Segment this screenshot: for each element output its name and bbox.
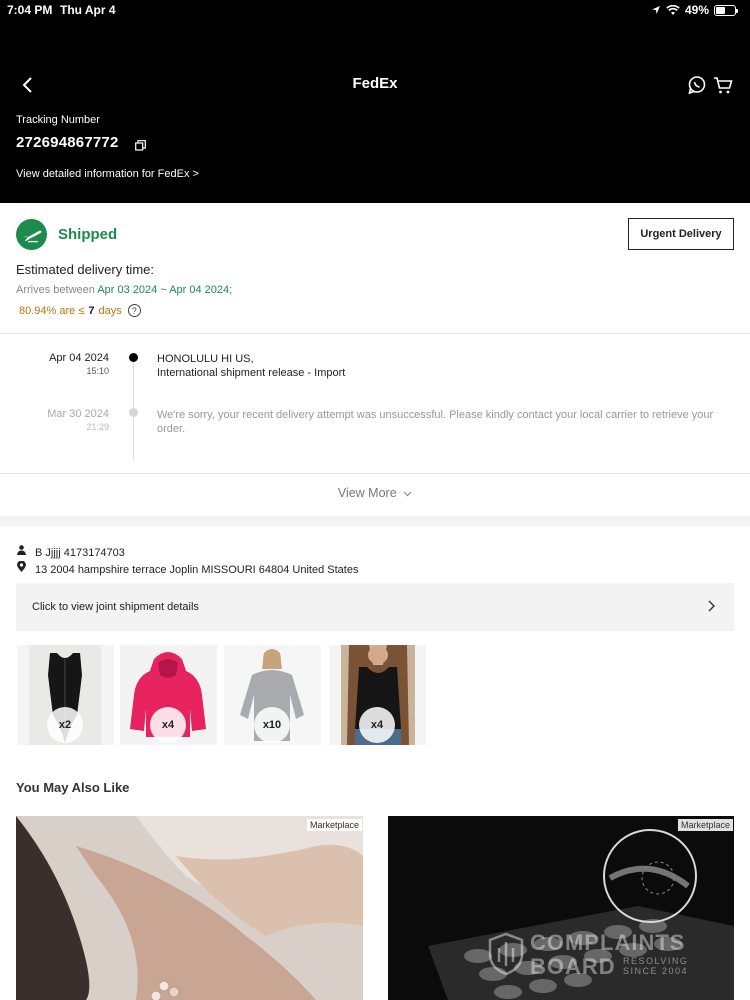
page-title: FedEx xyxy=(352,75,398,92)
status-bar: 7:04 PM Thu Apr 4 49% xyxy=(0,3,750,19)
order-item[interactable]: x2 xyxy=(17,645,114,745)
copy-button[interactable] xyxy=(135,138,146,151)
status-date: Thu Apr 4 xyxy=(60,3,116,17)
status-time: 7:04 PM xyxy=(7,3,53,17)
watermark-tagline: RESOLVING SINCE 2004 xyxy=(623,956,688,976)
urgent-delivery-button[interactable]: Urgent Delivery xyxy=(628,218,734,250)
marketplace-tag: Marketplace xyxy=(306,819,362,831)
help-icon[interactable]: ? xyxy=(127,304,141,317)
arrival-window: Arrives between Apr 03 2024 ~ Apr 04 202… xyxy=(16,284,232,296)
carrier-detail-link[interactable]: View detailed information for FedEx > xyxy=(16,168,199,180)
joint-shipment-row[interactable]: Click to view joint shipment details xyxy=(16,583,734,631)
timeline-dot-active xyxy=(129,353,138,362)
whatsapp-share-button[interactable] xyxy=(686,74,708,96)
shipment-status: Shipped xyxy=(58,226,118,243)
battery-icon xyxy=(714,4,738,16)
chevron-down-icon xyxy=(403,491,412,497)
order-item[interactable]: x10 xyxy=(224,645,321,745)
item-quantity-badge: x2 xyxy=(47,707,83,743)
event-date: Mar 30 2024 xyxy=(47,408,109,420)
event-time: 15:10 xyxy=(86,366,109,376)
watermark-sub1: RESOLVING xyxy=(623,956,689,966)
item-quantity-badge: x4 xyxy=(359,707,395,743)
item-quantity-badge: x4 xyxy=(150,707,186,743)
event-description: International shipment release - Import xyxy=(157,367,346,379)
tracking-number: 272694867772 xyxy=(16,134,119,151)
person-icon xyxy=(17,545,26,555)
view-more-label: View More xyxy=(337,486,397,500)
probability-prefix: 80.94% are ≤ xyxy=(19,304,85,317)
arrival-prefix: Arrives between xyxy=(16,284,95,296)
divider xyxy=(0,473,750,474)
item-quantity-badge: x10 xyxy=(254,707,290,743)
shipping-address: 13 2004 hampshire terrace Joplin MISSOUR… xyxy=(35,564,359,576)
view-more-button[interactable]: View More xyxy=(0,486,750,500)
watermark-line2: BOARD xyxy=(530,954,616,979)
marketplace-tag: Marketplace xyxy=(677,819,733,831)
divider xyxy=(0,333,750,334)
battery-percent: 49% xyxy=(684,3,709,17)
section-gap xyxy=(0,516,750,526)
arrival-range: Apr 03 2024 ~ Apr 04 2024; xyxy=(97,284,233,296)
recipient-name-phone: B Jjjjj 4173174703 xyxy=(35,547,125,559)
timeline-dot xyxy=(129,408,138,417)
order-item[interactable]: x4 xyxy=(329,645,426,745)
wifi-icon xyxy=(666,4,680,15)
watermark-line1: COMPLAINTS xyxy=(530,930,686,955)
cart-button[interactable] xyxy=(712,74,734,96)
event-date: Apr 04 2024 xyxy=(49,352,109,364)
recommended-product-card[interactable]: Marketplace xyxy=(16,816,363,1000)
order-item[interactable]: x4 xyxy=(120,645,217,745)
event-location: HONOLULU HI US, xyxy=(157,353,254,365)
event-description: We're sorry, your recent delivery attemp… xyxy=(157,408,732,436)
status-indicators: 49% xyxy=(651,3,738,17)
header: 7:04 PM Thu Apr 4 49% FedEx Tracking Num… xyxy=(0,0,750,203)
event-message: We're sorry, your recent delivery attemp… xyxy=(157,409,714,421)
joint-shipment-label: Click to view joint shipment details xyxy=(32,601,199,613)
shield-icon xyxy=(488,932,524,976)
eta-title: Estimated delivery time: xyxy=(16,262,154,277)
airplane-icon xyxy=(22,230,42,242)
you-may-also-like-title: You May Also Like xyxy=(16,780,130,795)
watermark-sub2: SINCE 2004 xyxy=(623,966,689,976)
event-time: 21:29 xyxy=(86,422,109,432)
location-arrow-icon xyxy=(651,6,660,14)
probability-suffix: days xyxy=(98,304,122,317)
delivery-probability: 80.94% are ≤ 7 days ? xyxy=(19,304,141,317)
tracking-label: Tracking Number xyxy=(16,114,100,126)
shipped-icon xyxy=(16,219,47,250)
whatsapp-icon xyxy=(688,76,706,95)
location-pin-icon xyxy=(17,561,26,572)
watermark-logo: COMPLAINTS BOARD RESOLVING SINCE 2004 xyxy=(488,930,708,980)
cart-icon xyxy=(714,77,733,94)
event-message-continued: order. xyxy=(157,423,186,435)
copy-icon xyxy=(135,140,146,151)
product-photo-bracelet xyxy=(16,816,363,1000)
probability-days: 7 xyxy=(88,304,95,317)
chevron-right-icon xyxy=(708,600,715,612)
